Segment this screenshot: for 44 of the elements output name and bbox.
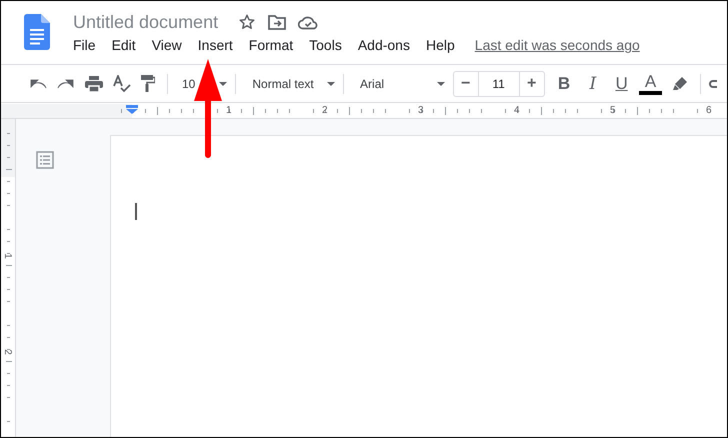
- menu-item[interactable]: Add-ons: [358, 37, 410, 53]
- document-icon[interactable]: [24, 14, 50, 50]
- menu-item[interactable]: View: [152, 37, 182, 53]
- spellcheck-icon[interactable]: [113, 74, 131, 92]
- font-select[interactable]: Arial: [360, 76, 437, 90]
- caret-icon: [327, 82, 336, 86]
- decrease-size-button[interactable]: −: [454, 72, 478, 96]
- star-icon[interactable]: [238, 13, 256, 31]
- bold-button[interactable]: B: [550, 70, 578, 96]
- menu-item[interactable]: Insert: [198, 37, 233, 53]
- redo-icon[interactable]: [57, 78, 75, 88]
- document-title[interactable]: Untitled document: [73, 12, 218, 32]
- folder-icon[interactable]: [268, 14, 286, 30]
- zoom-select[interactable]: 10: [182, 76, 196, 90]
- link-icon[interactable]: [708, 78, 717, 88]
- underline-button[interactable]: U: [608, 70, 635, 96]
- menu-item[interactable]: Help: [426, 37, 455, 53]
- font-size-field[interactable]: 11: [478, 72, 520, 96]
- indent-marker-icon[interactable]: [126, 105, 138, 114]
- ruler-number: 1: [1, 253, 13, 259]
- ruler-number: 4: [514, 105, 520, 117]
- menu-item[interactable]: File: [73, 37, 96, 53]
- caret-icon: [219, 82, 228, 86]
- last-edit-link[interactable]: Last edit was seconds ago: [474, 37, 640, 53]
- ruler-number: 5: [610, 105, 616, 117]
- menu-item[interactable]: Edit: [112, 37, 136, 53]
- cloud-check-icon[interactable]: [298, 14, 318, 30]
- ruler-number: 6: [706, 105, 712, 117]
- undo-icon[interactable]: [29, 78, 47, 88]
- print-icon[interactable]: [85, 76, 103, 92]
- ruler-number: 1: [226, 105, 232, 117]
- caret-icon: [436, 82, 445, 86]
- menu-item[interactable]: Tools: [309, 37, 342, 53]
- ruler-number: 2: [1, 349, 13, 355]
- paint-format-icon[interactable]: [141, 75, 155, 92]
- ruler-number: 3: [418, 105, 424, 117]
- style-select[interactable]: Normal text: [252, 76, 328, 90]
- highlighter-icon[interactable]: [672, 76, 688, 90]
- increase-size-button[interactable]: +: [520, 72, 544, 96]
- ruler-number: 2: [322, 105, 328, 117]
- text-cursor: [135, 203, 137, 220]
- menu-item[interactable]: Format: [248, 37, 294, 53]
- text-color-button[interactable]: A: [639, 72, 662, 94]
- italic-button[interactable]: I: [579, 70, 606, 96]
